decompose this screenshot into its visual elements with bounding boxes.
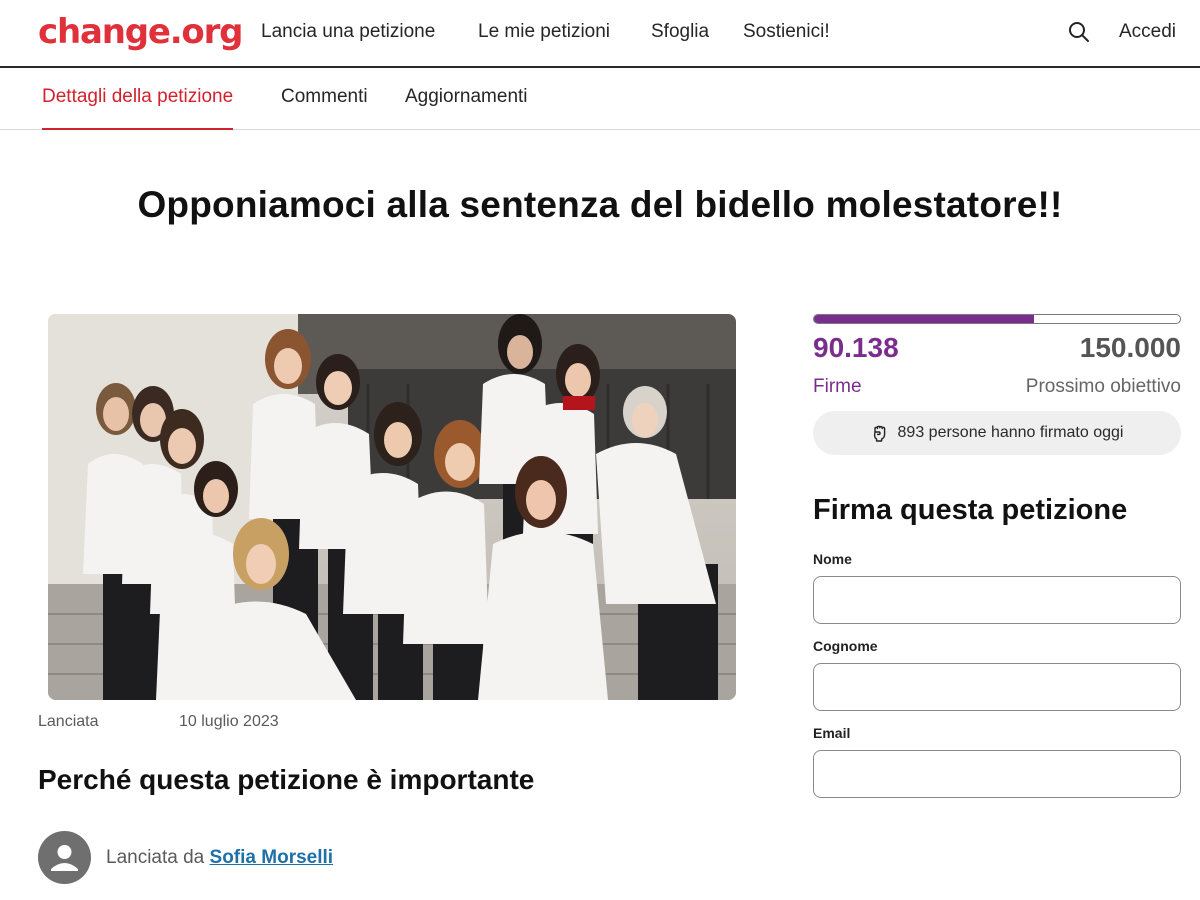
search-icon[interactable] <box>1067 20 1091 44</box>
last-name-field[interactable] <box>813 663 1181 711</box>
author-avatar <box>38 831 91 884</box>
author-prefix: Lanciata da <box>106 847 205 868</box>
tab-petition-details[interactable]: Dettagli della petizione <box>42 86 234 130</box>
nav-my-petitions[interactable]: Le mie petizioni <box>478 21 610 43</box>
nav-support-us[interactable]: Sostienici! <box>743 21 830 43</box>
tab-comments[interactable]: Commenti <box>281 86 368 130</box>
sign-petition-heading: Firma questa petizione <box>813 494 1128 526</box>
petition-tabs: Dettagli della petizione Commenti Aggior… <box>0 68 1200 130</box>
today-signatures-text: 893 persone hanno firmato oggi <box>897 424 1124 441</box>
first-name-label: Nome <box>813 551 852 567</box>
top-navigation: change.org Lancia una petizione Le mie p… <box>0 0 1200 68</box>
change-org-logo[interactable]: change.org <box>38 12 243 52</box>
why-important-heading: Perché questa petizione è importante <box>38 764 535 795</box>
nav-browse[interactable]: Sfoglia <box>651 21 709 43</box>
raised-fist-icon <box>873 425 885 442</box>
last-name-label: Cognome <box>813 638 878 654</box>
signature-label: Firme <box>813 376 862 397</box>
user-icon <box>51 845 78 871</box>
tab-updates[interactable]: Aggiornamenti <box>405 86 528 130</box>
signature-progress-bar <box>813 314 1181 324</box>
signature-progress-fill <box>814 315 1034 323</box>
petition-photo <box>48 314 736 700</box>
goal-count: 150.000 <box>1079 332 1181 363</box>
launched-date: 10 luglio 2023 <box>179 713 279 730</box>
email-label: Email <box>813 725 851 741</box>
nav-start-petition[interactable]: Lancia una petizione <box>261 21 435 43</box>
today-signatures-pill: 893 persone hanno firmato oggi <box>813 411 1181 455</box>
email-field[interactable] <box>813 750 1181 798</box>
author-name-link[interactable]: Sofia Morselli <box>210 847 334 868</box>
login-link[interactable]: Accedi <box>1119 21 1176 43</box>
author-line: Lanciata da Sofia Morselli <box>106 847 333 869</box>
signature-count: 90.138 <box>813 332 899 363</box>
first-name-field[interactable] <box>813 576 1181 624</box>
launched-label: Lanciata <box>38 713 99 730</box>
goal-label: Prossimo obiettivo <box>1025 376 1181 397</box>
petition-title: Opponiamoci alla sentenza del bidello mo… <box>137 184 1063 225</box>
